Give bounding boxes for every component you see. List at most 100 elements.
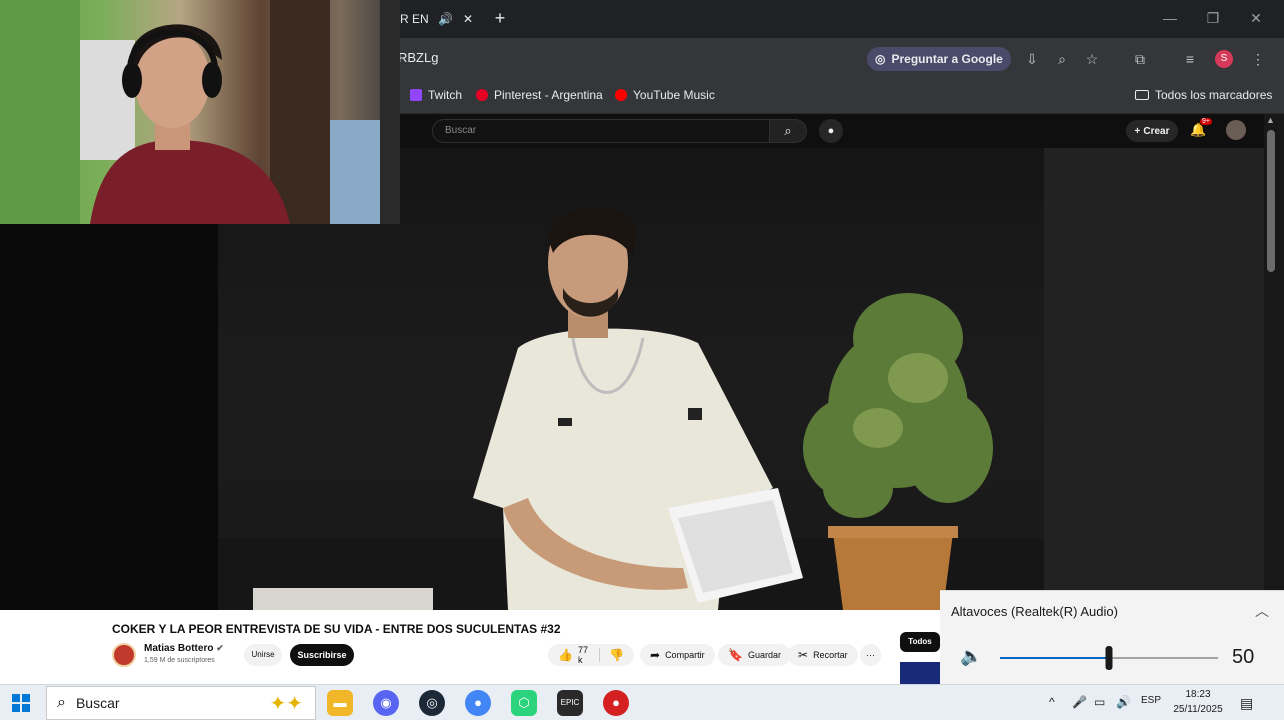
tray-overflow-chevron-icon[interactable]: ^ xyxy=(1049,695,1055,709)
youtube-search-input[interactable]: Buscar xyxy=(432,119,770,143)
scissors-icon: ✂ xyxy=(798,648,809,662)
taskbar: ⌕ Buscar ✦✦ ▬ ◉ ◎ ● ⬡ EPIC ● ^ 🎤 ▭ 🔊 ESP… xyxy=(0,684,1284,720)
taskbar-search-input[interactable]: ⌕ Buscar ✦✦ xyxy=(46,686,316,720)
video-letterbox-right xyxy=(1044,148,1264,610)
address-url[interactable]: RBZLg xyxy=(398,50,438,65)
clip-button[interactable]: ✂ Recortar xyxy=(788,644,858,666)
subscriber-count: 1,59 M de suscriptores xyxy=(144,657,215,664)
restore-icon[interactable]: ❐ xyxy=(1199,10,1227,27)
scrollbar-thumb[interactable] xyxy=(1267,130,1275,272)
all-bookmarks-label: Todos los marcadores xyxy=(1155,88,1273,102)
profile-avatar[interactable]: S xyxy=(1215,50,1233,68)
more-icon: ··· xyxy=(866,650,875,660)
system-clock[interactable]: 18:23 25/11/2025 xyxy=(1170,687,1226,717)
volume-flyout: Altavoces (Realtek(R) Audio) ︿ 🔈 50 xyxy=(940,590,1284,684)
notification-center-icon[interactable]: ▤ xyxy=(1240,695,1253,712)
webcam-overlay xyxy=(0,0,400,224)
screen: R ENT 🔊 ✕ + — ❐ ✕ RBZLg ◎ Preguntar a Go… xyxy=(0,0,1284,720)
menu-kebab-icon[interactable]: ⋮ xyxy=(1248,49,1268,69)
like-count[interactable]: 77 k xyxy=(578,645,590,665)
youtube-music-icon xyxy=(615,89,627,101)
share-button[interactable]: ➦ Compartir xyxy=(640,644,715,666)
microphone-tray-icon[interactable]: 🎤 xyxy=(1072,695,1087,709)
slider-thumb[interactable] xyxy=(1105,646,1113,670)
zoom-icon[interactable]: ⌕ xyxy=(1052,49,1072,69)
save-button[interactable]: 🔖 Guardar xyxy=(718,644,791,666)
green-app-icon[interactable]: ⬡ xyxy=(511,690,537,716)
share-icon: ➦ xyxy=(650,648,661,662)
steam-icon[interactable]: ◎ xyxy=(419,690,445,716)
input-language[interactable]: ESP xyxy=(1141,695,1161,706)
bookmark-twitch[interactable]: Twitch xyxy=(410,88,462,102)
discord-icon[interactable]: ◉ xyxy=(373,690,399,716)
audio-device-name[interactable]: Altavoces (Realtek(R) Audio) xyxy=(951,604,1118,619)
filter-chip-all[interactable]: Todos xyxy=(900,632,940,652)
create-label: Crear xyxy=(1143,125,1170,137)
bookmark-star-icon[interactable]: ☆ xyxy=(1082,49,1102,69)
ask-google-label: Preguntar a Google xyxy=(891,52,1003,66)
divider xyxy=(599,648,601,662)
volume-tray-icon[interactable]: 🔊 xyxy=(1116,695,1131,709)
chrome-icon[interactable]: ● xyxy=(465,690,491,716)
new-tab-button[interactable]: + xyxy=(490,8,510,28)
minimize-icon[interactable]: — xyxy=(1156,10,1184,26)
bookmark-icon: 🔖 xyxy=(728,648,743,662)
scroll-up-icon[interactable]: ▲ xyxy=(1266,115,1275,125)
close-tab-icon[interactable]: ✕ xyxy=(463,12,473,26)
channel-avatar[interactable] xyxy=(112,643,136,667)
share-label: Compartir xyxy=(665,650,705,660)
google-lens-icon: ◎ xyxy=(875,52,886,66)
bookmark-label: YouTube Music xyxy=(633,88,715,102)
search-icon[interactable]: ⌕ xyxy=(769,119,807,143)
install-app-icon[interactable]: ⇩ xyxy=(1022,49,1042,69)
bookmark-youtube-music[interactable]: YouTube Music xyxy=(615,88,715,102)
extensions-icon[interactable]: ⧉ xyxy=(1130,49,1150,69)
microphone-icon[interactable]: ● xyxy=(819,119,843,143)
join-button[interactable]: Unirse xyxy=(244,644,282,666)
red-app-icon[interactable]: ● xyxy=(603,690,629,716)
tab-title: R ENT xyxy=(400,12,428,26)
youtube-avatar[interactable] xyxy=(1226,120,1246,140)
speaker-icon[interactable]: 🔊 xyxy=(438,12,453,26)
clip-label: Recortar xyxy=(813,650,848,660)
more-actions-button[interactable]: ··· xyxy=(860,644,881,666)
volume-slider[interactable] xyxy=(998,643,1228,673)
network-tray-icon[interactable]: ▭ xyxy=(1094,695,1105,709)
channel-name-text: Matias Bottero xyxy=(144,643,214,654)
subscribe-button[interactable]: Suscribirse xyxy=(290,644,354,666)
bookmark-pinterest[interactable]: Pinterest - Argentina xyxy=(476,88,603,102)
verified-icon: ✔ xyxy=(216,643,224,653)
clock-date: 25/11/2025 xyxy=(1173,704,1223,715)
clock-time: 18:23 xyxy=(1185,689,1211,700)
all-bookmarks[interactable]: Todos los marcadores xyxy=(1135,88,1272,102)
close-icon[interactable]: ✕ xyxy=(1242,10,1270,27)
bookmark-label: Twitch xyxy=(428,88,463,102)
volume-level: 50 xyxy=(1232,646,1255,668)
file-explorer-icon[interactable]: ▬ xyxy=(327,690,353,716)
notification-badge: 9+ xyxy=(1200,118,1212,125)
dislike-icon[interactable]: 👎 xyxy=(609,648,624,662)
like-icon[interactable]: 👍 xyxy=(558,648,573,662)
media-control-icon[interactable]: ≡ xyxy=(1180,49,1200,69)
video-info-bar: COKER Y LA PEOR ENTREVISTA DE SU VIDA - … xyxy=(0,610,940,684)
channel-name[interactable]: Matias Bottero ✔ xyxy=(144,643,224,654)
like-dislike-group: 👍 77 k 👎 xyxy=(548,644,634,666)
folder-icon xyxy=(1135,90,1149,100)
taskbar-search-placeholder: Buscar xyxy=(75,695,120,711)
epic-games-icon[interactable]: EPIC xyxy=(557,690,583,716)
pinterest-icon xyxy=(476,89,488,101)
ask-google-button[interactable]: ◎ Preguntar a Google xyxy=(867,47,1011,71)
copilot-sparkle-icon: ✦✦ xyxy=(269,692,303,715)
bookmark-label: Pinterest - Argentina xyxy=(494,88,603,102)
twitch-icon xyxy=(410,89,422,101)
windows-start-icon[interactable] xyxy=(12,694,30,712)
save-label: Guardar xyxy=(747,650,781,660)
create-button[interactable]: + Crear xyxy=(1126,120,1178,142)
plus-icon: + xyxy=(1134,125,1141,137)
search-icon: ⌕ xyxy=(57,694,66,711)
webcam-feed-graphic xyxy=(0,0,400,224)
video-title: COKER Y LA PEOR ENTREVISTA DE SU VIDA - … xyxy=(112,622,561,636)
related-video-thumbnail[interactable] xyxy=(900,662,940,684)
chevron-up-icon[interactable]: ︿ xyxy=(1255,601,1269,621)
speaker-volume-icon[interactable]: 🔈 xyxy=(960,646,982,667)
